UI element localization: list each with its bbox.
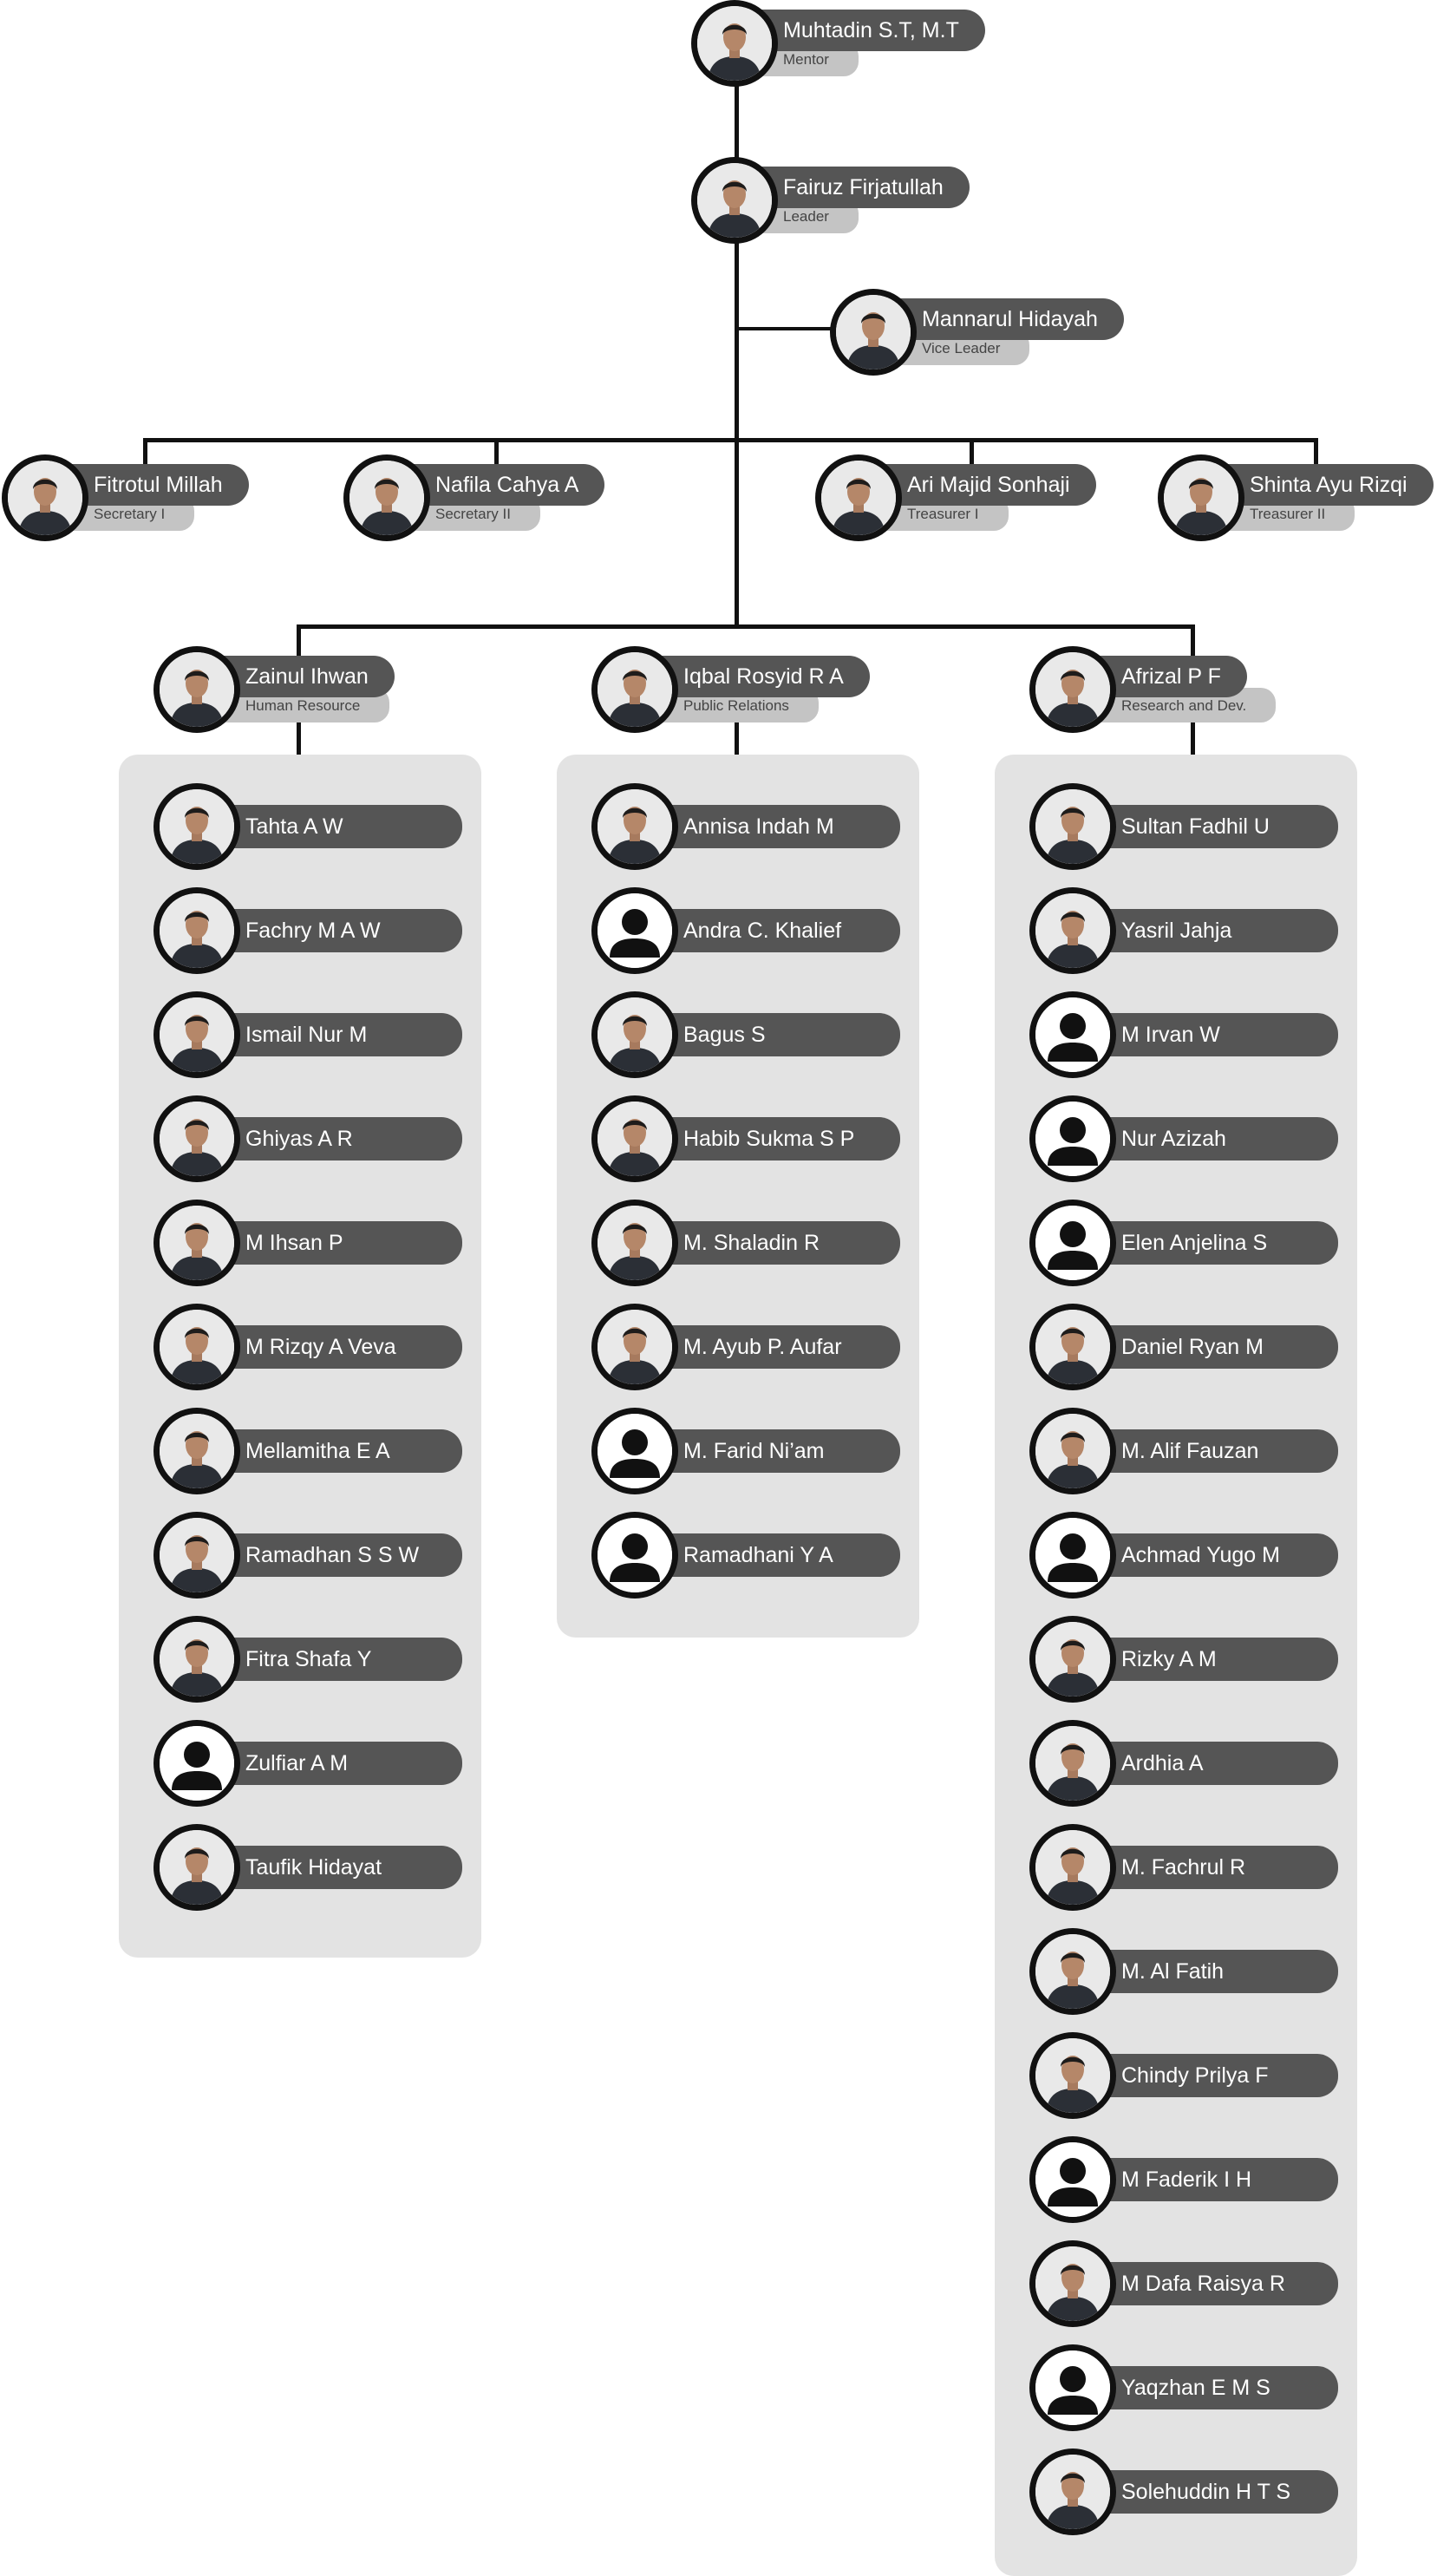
default-avatar-icon <box>1029 1512 1116 1599</box>
avatar <box>1029 783 1116 870</box>
avatar <box>1029 1720 1116 1807</box>
member-card: M Dafa Raisya R <box>1029 2240 1394 2336</box>
avatar <box>591 646 678 733</box>
avatar <box>153 783 240 870</box>
avatar <box>153 1824 240 1911</box>
member-card: Solehuddin H T S <box>1029 2449 1394 2544</box>
member-card: Habib Sukma S P <box>591 1095 956 1191</box>
default-avatar-icon <box>1029 1095 1116 1182</box>
person-card: Fairuz Firjatullah Leader <box>691 157 1055 252</box>
member-card: Bagus S <box>591 991 956 1087</box>
avatar <box>1029 1616 1116 1703</box>
person-card: Afrizal P F Research and Dev. <box>1029 646 1394 742</box>
member-card: Annisa Indah M <box>591 783 956 879</box>
avatar <box>1029 2240 1116 2327</box>
member-card: Ghiyas A R <box>153 1095 518 1191</box>
member-card: Achmad Yugo M <box>1029 1512 1394 1607</box>
member-card: Fachry M A W <box>153 887 518 983</box>
avatar <box>153 1512 240 1599</box>
member-card: M Ihsan P <box>153 1200 518 1295</box>
avatar <box>815 454 902 541</box>
member-card: M Rizqy A Veva <box>153 1304 518 1399</box>
person-card: Fitrotul Millah Secretary I <box>2 454 366 550</box>
member-card: Nur Azizah <box>1029 1095 1394 1191</box>
member-card: M. Alif Fauzan <box>1029 1408 1394 1503</box>
avatar <box>343 454 430 541</box>
connector-line <box>143 438 1318 442</box>
default-avatar-icon <box>153 1720 240 1807</box>
member-card: Rizky A M <box>1029 1616 1394 1711</box>
person-card: Muhtadin S.T, M.T Mentor <box>691 0 1055 95</box>
avatar <box>153 1616 240 1703</box>
member-card: M. Shaladin R <box>591 1200 956 1295</box>
avatar <box>2 454 88 541</box>
member-card: M. Al Fatih <box>1029 1928 1394 2024</box>
person-card: Mannarul Hidayah Vice Leader <box>830 289 1194 384</box>
avatar <box>591 1095 678 1182</box>
member-card: Chindy Prilya F <box>1029 2032 1394 2128</box>
member-card: Taufik Hidayat <box>153 1824 518 1919</box>
avatar <box>591 991 678 1078</box>
connector-line <box>297 624 1195 629</box>
default-avatar-icon <box>591 887 678 974</box>
person-card: Nafila Cahya A Secretary II <box>343 454 708 550</box>
member-card: Ramadhan S S W <box>153 1512 518 1607</box>
member-card: Sultan Fadhil U <box>1029 783 1394 879</box>
default-avatar-icon <box>591 1408 678 1494</box>
member-card: Mellamitha E A <box>153 1408 518 1503</box>
avatar <box>153 1304 240 1390</box>
avatar <box>591 1304 678 1390</box>
avatar <box>153 646 240 733</box>
person-card: Ari Majid Sonhaji Treasurer I <box>815 454 1179 550</box>
avatar <box>1158 454 1244 541</box>
person-card: Zainul Ihwan Human Resource <box>153 646 518 742</box>
member-card: Ismail Nur M <box>153 991 518 1087</box>
member-card: Fitra Shafa Y <box>153 1616 518 1711</box>
avatar <box>153 887 240 974</box>
default-avatar-icon <box>1029 1200 1116 1286</box>
avatar <box>153 991 240 1078</box>
member-card: Zulfiar A M <box>153 1720 518 1815</box>
member-card: M. Ayub P. Aufar <box>591 1304 956 1399</box>
avatar <box>153 1095 240 1182</box>
member-card: Yaqzhan E M S <box>1029 2344 1394 2440</box>
avatar <box>691 0 778 87</box>
member-card: M Irvan W <box>1029 991 1394 1087</box>
member-card: Elen Anjelina S <box>1029 1200 1394 1295</box>
avatar <box>1029 646 1116 733</box>
avatar <box>1029 1408 1116 1494</box>
member-card: Tahta A W <box>153 783 518 879</box>
person-card: Shinta Ayu Rizqi Treasurer II <box>1158 454 1450 550</box>
avatar <box>1029 2449 1116 2535</box>
avatar <box>591 783 678 870</box>
avatar <box>591 1200 678 1286</box>
default-avatar-icon <box>591 1512 678 1599</box>
connector-line <box>739 327 834 330</box>
member-card: M. Farid Ni’am <box>591 1408 956 1503</box>
avatar <box>1029 1304 1116 1390</box>
member-card: Ramadhani Y A <box>591 1512 956 1607</box>
default-avatar-icon <box>1029 2136 1116 2223</box>
avatar <box>153 1408 240 1494</box>
avatar <box>1029 2032 1116 2119</box>
avatar <box>1029 887 1116 974</box>
avatar <box>153 1200 240 1286</box>
member-card: M. Fachrul R <box>1029 1824 1394 1919</box>
default-avatar-icon <box>1029 991 1116 1078</box>
default-avatar-icon <box>1029 2344 1116 2431</box>
member-card: Andra C. Khalief <box>591 887 956 983</box>
person-card: Iqbal Rosyid R A Public Relations <box>591 646 956 742</box>
avatar <box>691 157 778 244</box>
org-chart: Muhtadin S.T, M.T Mentor Fairuz Firjatulla… <box>0 0 1450 2576</box>
member-card: Daniel Ryan M <box>1029 1304 1394 1399</box>
avatar <box>830 289 917 376</box>
member-card: Yasril Jahja <box>1029 887 1394 983</box>
member-card: M Faderik I H <box>1029 2136 1394 2232</box>
member-card: Ardhia A <box>1029 1720 1394 1815</box>
avatar <box>1029 1824 1116 1911</box>
avatar <box>1029 1928 1116 2015</box>
